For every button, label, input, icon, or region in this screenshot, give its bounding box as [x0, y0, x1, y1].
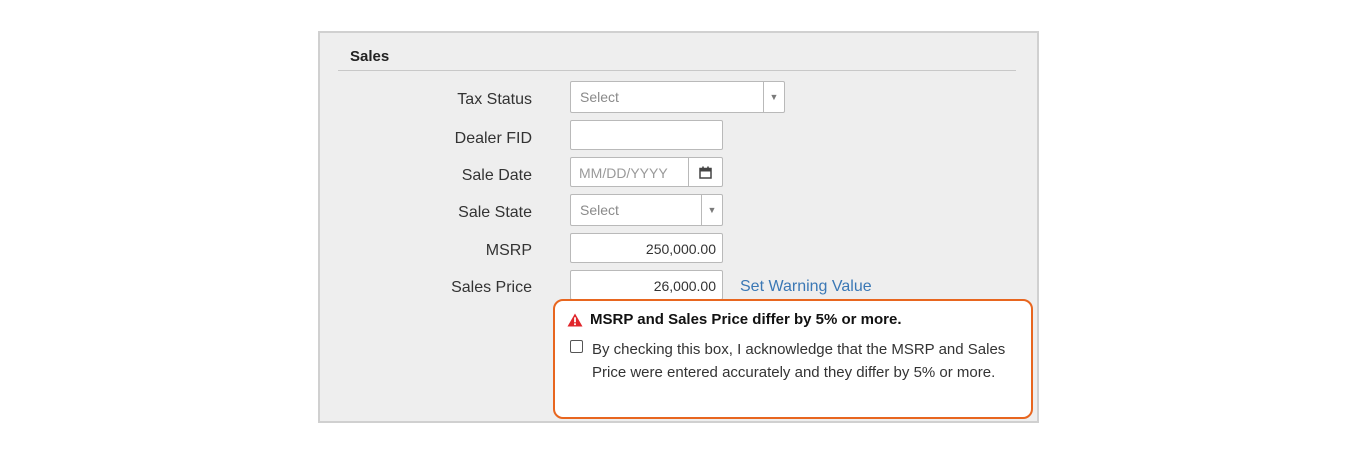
sales-panel: Sales Tax Status Select ▼ Dealer FID Sal… [318, 31, 1039, 423]
warning-title-row: MSRP and Sales Price differ by 5% or mor… [567, 311, 902, 328]
msrp-input[interactable]: 250,000.00 [570, 233, 723, 263]
sales-price-input[interactable]: 26,000.00 [570, 270, 723, 300]
tax-status-value: Select [580, 89, 619, 105]
sale-state-label: Sale State [458, 204, 532, 221]
warning-box: MSRP and Sales Price differ by 5% or mor… [553, 299, 1033, 419]
sale-state-select[interactable]: Select ▼ [570, 194, 723, 226]
acknowledge-text: By checking this box, I acknowledge that… [592, 341, 1006, 381]
chevron-down-icon[interactable]: ▼ [701, 195, 722, 225]
sale-date-label: Sale Date [461, 167, 532, 184]
sales-price-value: 26,000.00 [653, 278, 716, 294]
sale-date-placeholder: MM/DD/YYYY [579, 165, 668, 181]
calendar-icon [699, 166, 712, 179]
sale-date-input[interactable]: MM/DD/YYYY [570, 157, 723, 187]
dealer-fid-label: Dealer FID [454, 130, 532, 147]
tax-status-label: Tax Status [457, 91, 532, 108]
section-divider [338, 70, 1016, 71]
warning-title: MSRP and Sales Price differ by 5% or mor… [590, 311, 902, 328]
sales-price-label: Sales Price [451, 279, 532, 296]
tax-status-select[interactable]: Select ▼ [570, 81, 785, 113]
msrp-value: 250,000.00 [645, 241, 716, 257]
section-title: Sales [350, 48, 390, 65]
set-warning-value-link[interactable]: Set Warning Value [740, 278, 872, 296]
msrp-label: MSRP [485, 242, 532, 259]
warning-triangle-icon [567, 313, 583, 326]
chevron-down-icon[interactable]: ▼ [763, 82, 784, 112]
dealer-fid-input[interactable] [570, 120, 723, 150]
sale-state-value: Select [580, 202, 619, 218]
acknowledge-checkbox[interactable] [570, 340, 583, 353]
calendar-button[interactable] [688, 158, 722, 186]
